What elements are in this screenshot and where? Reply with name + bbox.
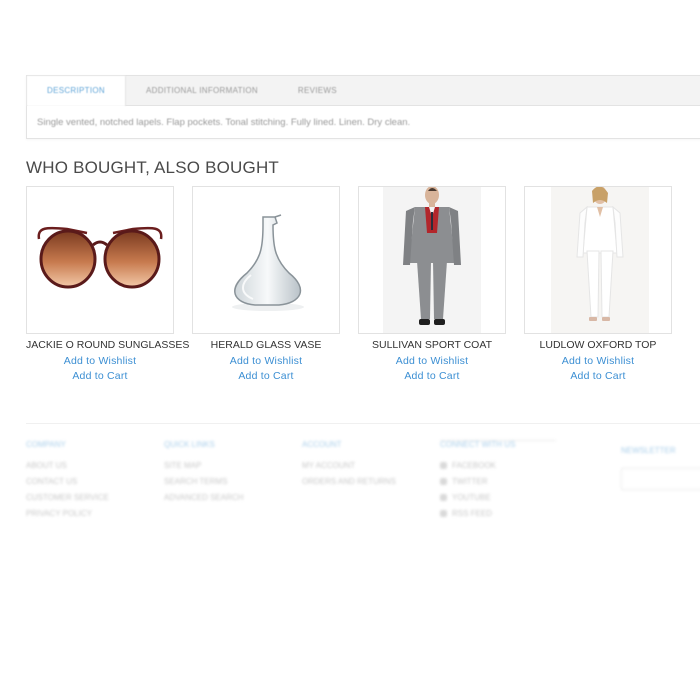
product-image-glass-vase[interactable]: [192, 186, 340, 334]
footer-link-label: RSS Feed: [452, 509, 493, 518]
footer-heading: Newsletter: [621, 446, 676, 455]
add-to-wishlist-link[interactable]: Add to Wishlist: [524, 355, 672, 367]
product-name[interactable]: LUDLOW OXFORD TOP: [524, 339, 672, 351]
footer-link[interactable]: Privacy Policy: [26, 506, 109, 522]
product-image-sport-coat[interactable]: [358, 186, 506, 334]
tab-additional-information[interactable]: Additional Information: [126, 76, 278, 105]
add-to-cart-link[interactable]: Add to Cart: [358, 370, 506, 382]
footer-link[interactable]: Orders and Returns: [302, 474, 396, 490]
product-card: LUDLOW OXFORD TOP Add to Wishlist Add to…: [524, 186, 672, 382]
add-to-wishlist-link[interactable]: Add to Wishlist: [192, 355, 340, 367]
footer-column-account: Account My Account Orders and Returns: [302, 440, 396, 490]
rss-icon: [440, 510, 447, 517]
add-to-cart-link[interactable]: Add to Cart: [524, 370, 672, 382]
facebook-icon: [440, 462, 447, 469]
footer-link[interactable]: YouTube: [440, 490, 515, 506]
add-to-cart-link[interactable]: Add to Cart: [26, 370, 174, 382]
page: Description Additional Information Revie…: [0, 0, 700, 680]
product-name[interactable]: JACKIE O ROUND SUNGLASSES: [26, 339, 189, 351]
footer-link[interactable]: My Account: [302, 458, 396, 474]
sunglasses-image: [37, 226, 163, 289]
product-tabs: Description Additional Information Revie…: [26, 75, 700, 139]
footer-link[interactable]: Customer Service: [26, 490, 109, 506]
footer-heading: Account: [302, 440, 342, 449]
product-card: SULLIVAN SPORT COAT Add to Wishlist Add …: [358, 186, 506, 382]
product-card: HERALD GLASS VASE Add to Wishlist Add to…: [192, 186, 340, 382]
tab-reviews[interactable]: Reviews: [278, 76, 357, 105]
footer-link[interactable]: About us: [26, 458, 109, 474]
footer: Company About us Contact us Customer Ser…: [26, 440, 700, 540]
tab-description[interactable]: Description: [27, 76, 126, 106]
footer-link-label: YouTube: [452, 493, 491, 502]
footer-column-connect: Connect With Us Facebook Twitter YouTube…: [440, 440, 515, 522]
footer-link[interactable]: Twitter: [440, 474, 515, 490]
footer-link-label: Twitter: [452, 477, 488, 486]
footer-column-newsletter: Newsletter: [621, 446, 676, 464]
twitter-icon: [440, 478, 447, 485]
footer-link[interactable]: Contact us: [26, 474, 109, 490]
footer-link[interactable]: Advanced Search: [164, 490, 243, 506]
sport-coat-image: [383, 187, 481, 333]
footer-link[interactable]: Site Map: [164, 458, 243, 474]
tab-description-content: Single vented, notched lapels. Flap pock…: [37, 117, 411, 128]
footer-column-company: Company About us Contact us Customer Ser…: [26, 440, 109, 522]
footer-column-quick-links: Quick Links Site Map Search Terms Advanc…: [164, 440, 243, 506]
product-name[interactable]: SULLIVAN SPORT COAT: [358, 339, 506, 351]
newsletter-email-input[interactable]: [621, 468, 700, 490]
youtube-icon: [440, 494, 447, 501]
add-to-cart-link[interactable]: Add to Cart: [192, 370, 340, 382]
glass-vase-image: [232, 214, 304, 311]
product-image-oxford-top[interactable]: [524, 186, 672, 334]
footer-link[interactable]: Facebook: [440, 458, 515, 474]
footer-divider: [26, 423, 700, 424]
footer-link[interactable]: Search Terms: [164, 474, 243, 490]
tab-bar: Description Additional Information Revie…: [27, 76, 700, 106]
oxford-top-image: [551, 187, 649, 333]
product-name[interactable]: HERALD GLASS VASE: [192, 339, 340, 351]
product-image-sunglasses[interactable]: [26, 186, 174, 334]
footer-link[interactable]: RSS Feed: [440, 506, 515, 522]
add-to-wishlist-link[interactable]: Add to Wishlist: [26, 355, 174, 367]
also-bought-title: WHO BOUGHT, ALSO BOUGHT: [26, 158, 280, 177]
footer-link-label: Facebook: [452, 461, 497, 470]
footer-heading: Company: [26, 440, 66, 449]
add-to-wishlist-link[interactable]: Add to Wishlist: [358, 355, 506, 367]
footer-heading: Connect With Us: [440, 440, 516, 449]
footer-heading: Quick Links: [164, 440, 215, 449]
product-card: JACKIE O ROUND SUNGLASSES Add to Wishlis…: [26, 186, 189, 382]
